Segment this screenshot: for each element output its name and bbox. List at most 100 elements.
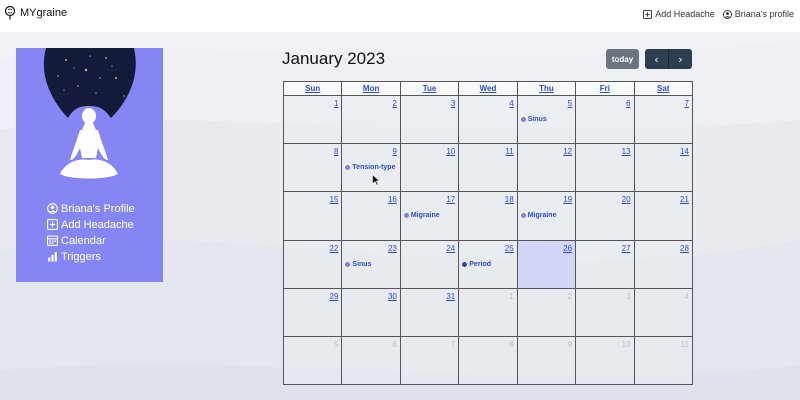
sidebar-item-profile[interactable]: Briana's Profile [47, 202, 135, 215]
day-number[interactable]: 27 [622, 244, 631, 253]
day-number[interactable]: 28 [680, 244, 689, 253]
calendar-day-today[interactable]: 26 [517, 240, 577, 288]
day-number[interactable]: 17 [446, 195, 455, 204]
calendar-day[interactable]: 1 [459, 288, 518, 336]
calendar-event[interactable]: Sinus [520, 116, 547, 123]
calendar-day[interactable]: 4 [459, 96, 518, 144]
calendar-day[interactable]: 4 [635, 289, 692, 336]
calendar-day[interactable]: 24 [401, 240, 460, 288]
event-label: Sinus [352, 260, 372, 268]
calendar-event[interactable]: Sinus [345, 261, 371, 268]
day-number[interactable]: 11 [505, 147, 513, 156]
day-number[interactable]: 6 [626, 99, 630, 108]
day-number[interactable]: 13 [622, 147, 631, 156]
today-button[interactable]: today [606, 49, 639, 69]
day-number[interactable]: 31 [446, 292, 455, 301]
calendar-event[interactable]: Period [462, 261, 491, 268]
calendar-day[interactable]: 21 [635, 192, 692, 239]
calendar-day[interactable]: 3 [576, 288, 635, 336]
sidebar-item-triggers[interactable]: Triggers [47, 250, 135, 263]
calendar-day[interactable]: 28 [635, 241, 692, 288]
sidebar-item-add-headache[interactable]: Add Headache [47, 218, 135, 231]
calendar-day[interactable]: 8 [459, 336, 518, 385]
calendar-day[interactable]: 25 Period [459, 240, 518, 288]
calendar-day[interactable]: 7 [401, 336, 460, 385]
calendar-event[interactable]: Tension-type [345, 164, 395, 171]
calendar-day[interactable]: 11 [459, 144, 518, 192]
calendar-day[interactable]: 2 [342, 96, 401, 144]
calendar-day[interactable]: 16 [342, 192, 401, 240]
weekday-fri[interactable]: Fri [576, 82, 635, 95]
calendar-day[interactable]: 19 Migraine [518, 192, 577, 240]
weekday-sun[interactable]: Sun [284, 82, 343, 95]
weekday-mon[interactable]: Mon [342, 82, 401, 95]
calendar-day[interactable]: 6 [342, 336, 401, 385]
brand[interactable]: MYgraine [4, 6, 67, 20]
day-number[interactable]: 5 [568, 99, 572, 108]
day-number[interactable]: 9 [392, 147, 396, 156]
day-number[interactable]: 7 [685, 99, 689, 108]
calendar-day[interactable]: 31 [401, 288, 460, 336]
calendar-day[interactable]: 29 [284, 288, 343, 336]
calendar-day[interactable]: 11 [635, 337, 692, 384]
calendar-day[interactable]: 6 [576, 96, 635, 144]
calendar-day[interactable]: 14 [635, 144, 692, 191]
day-number[interactable]: 20 [622, 195, 631, 204]
weekday-thu[interactable]: Thu [518, 82, 577, 95]
calendar-day[interactable]: 27 [576, 240, 635, 288]
calendar-event[interactable]: Migraine [403, 212, 440, 219]
calendar-event[interactable]: Migraine [520, 212, 557, 220]
day-number[interactable]: 10 [446, 147, 455, 156]
calendar-day[interactable]: 3 [401, 96, 460, 144]
calendar-day[interactable]: 18 [459, 192, 518, 240]
day-number[interactable]: 12 [563, 147, 572, 156]
weekday-tue[interactable]: Tue [401, 82, 460, 95]
day-number[interactable]: 29 [330, 292, 339, 301]
calendar-day[interactable]: 13 [576, 144, 635, 192]
day-number[interactable]: 3 [451, 99, 455, 108]
day-number[interactable]: 15 [330, 195, 339, 204]
calendar-day[interactable]: 12 [518, 144, 577, 192]
day-number[interactable]: 16 [388, 195, 397, 204]
prev-month-button[interactable]: ‹ [645, 49, 669, 69]
calendar-day[interactable]: 1 [284, 96, 343, 144]
nav-profile[interactable]: Briana's profile [722, 9, 794, 19]
event-label: Sinus [527, 116, 547, 123]
day-number[interactable]: 22 [330, 244, 339, 253]
calendar-day[interactable]: 10 [576, 336, 635, 385]
day-number[interactable]: 18 [505, 195, 514, 204]
day-number[interactable]: 25 [505, 244, 514, 253]
day-number[interactable]: 21 [680, 195, 689, 204]
calendar-day[interactable]: 9 [518, 336, 577, 385]
day-number[interactable]: 4 [509, 99, 513, 108]
chevron-left-icon: ‹ [654, 52, 659, 66]
calendar-day[interactable]: 8 [284, 144, 343, 192]
calendar-day[interactable]: 20 [576, 192, 635, 240]
day-number[interactable]: 1 [334, 99, 338, 108]
day-number[interactable]: 24 [446, 244, 455, 253]
calendar-day[interactable]: 30 [342, 288, 401, 336]
day-number[interactable]: 2 [392, 99, 396, 108]
calendar-day[interactable]: 22 [284, 240, 343, 288]
day-number[interactable]: 8 [334, 147, 338, 156]
calendar-day[interactable]: 17 Migraine [401, 192, 460, 240]
calendar-day[interactable]: 5 [284, 336, 343, 385]
calendar-day[interactable]: 5 Sinus [518, 96, 577, 144]
weekday-sat[interactable]: Sat [635, 82, 692, 95]
calendar-day[interactable]: 10 [401, 144, 460, 192]
event-label: Migraine [527, 212, 557, 220]
calendar-day[interactable]: 2 [518, 288, 577, 336]
day-number[interactable]: 23 [388, 244, 397, 253]
calendar-day[interactable]: 7 [635, 96, 692, 143]
weekday-wed[interactable]: Wed [459, 82, 518, 95]
sidebar-item-calendar[interactable]: Calendar [47, 234, 135, 247]
nav-add-headache[interactable]: Add Headache [643, 9, 715, 19]
day-number[interactable]: 30 [388, 292, 397, 301]
day-number[interactable]: 19 [563, 195, 572, 204]
day-number[interactable]: 26 [563, 244, 572, 253]
calendar-day[interactable]: 23 Sinus [342, 240, 401, 288]
next-month-button[interactable]: › [669, 49, 692, 69]
calendar-day[interactable]: 15 [284, 192, 343, 240]
calendar-week-row: 1 2 3 4 5 Sinus 6 7 [284, 96, 692, 145]
day-number[interactable]: 14 [680, 147, 689, 156]
